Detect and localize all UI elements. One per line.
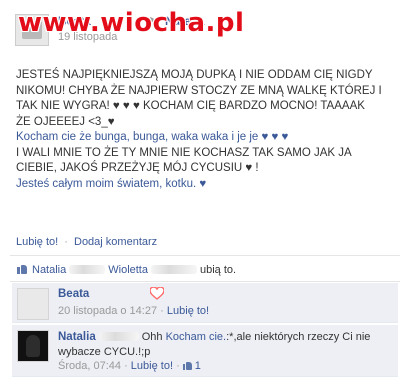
post-line: CIEBIE, JAKOŚ PRZEŻYJĘ MÓJ CYCUSIU ♥ ! [16,162,259,174]
watermark-logo: www.wiocha.pl [18,8,245,38]
comment-like-button[interactable]: Lubię to! [131,360,173,372]
post-message: JESTEŚ NAJPIĘKNIEJSZĄ MOJĄ DUPKĄ I NIE O… [16,68,400,192]
add-comment-button[interactable]: Dodaj komentarz [74,236,157,248]
liker-name[interactable]: Wioletta [108,264,148,276]
like-count-value: 1 [194,360,201,372]
likes-suffix: ubią to. [200,264,237,276]
post-line: Jesteś całym moim światem, kotku. ♥ [16,177,207,190]
meta-separator: · [160,305,164,317]
comment-body: Natalia Ohh Kocham cie.:*,ale niektórych … [58,330,396,360]
divider [10,281,400,282]
post-line: ŻE OJEEEEJ <3_♥ [16,115,115,128]
like-button[interactable]: Lubię to! [16,236,58,248]
comment-avatar[interactable] [17,330,49,362]
comment: Natalia Ohh Kocham cie.:*,ale niektórych … [12,325,398,377]
redacted-text [69,265,106,274]
thumbs-up-icon [182,360,193,370]
post-line: TAK NIE WYGRA! ♥ ♥ ♥ KOCHAM CIĘ BARDZO M… [16,100,365,112]
post-line: I WALI MNIE TO ŻE TY MNIE NIE KOCHASZ TA… [16,146,352,159]
meta-separator: · [124,360,128,372]
comment-text: :*,ale niektórych rzeczy Ci nie [226,331,371,343]
comment-timestamp[interactable]: 20 listopada o 14:27 [58,305,157,317]
comment: Beata 20 listopada o 14:27 · Lubię to! [12,283,398,323]
redacted-text [151,265,197,274]
comment-like-button[interactable]: Lubię to! [167,305,209,317]
redacted-text [98,332,139,341]
divider [10,255,400,256]
likes-summary: Natalia Wioletta ubią to. [16,263,398,279]
comment-author-link[interactable]: Beata [58,288,89,300]
comment-avatar[interactable] [17,288,49,320]
liker-name[interactable]: Natalia [32,264,66,276]
action-separator: · [64,236,68,248]
comment-timestamp[interactable]: Środa, 07:44 [58,360,121,372]
thumbs-up-icon [16,263,28,275]
meta-separator: · [176,360,180,372]
heart-icon [149,286,165,300]
comment-text: Ohh [141,331,166,343]
post-header: Beata ▸ Natalia 19 listopada www.wiocha.… [0,0,410,50]
comment-text-link: Kocham cie. [165,331,227,343]
post-line: JESTEŚ NAJPIĘKNIEJSZĄ MOJĄ DUPKĄ I NIE O… [16,69,373,81]
comment-meta: Środa, 07:44 · Lubię to! · 1 [58,360,201,372]
comment-meta: 20 listopada o 14:27 · Lubię to! [58,305,209,317]
comment-author-link[interactable]: Natalia [58,331,96,343]
post-line: NIKOMU! CHYBA ŻE NAJPIERW STOCZY ZE MNĄ … [16,84,382,97]
post-line: Kocham cie że bunga, bunga, waka waka i … [16,131,289,143]
comment-text: wybacze CYCU.!;p [58,346,151,358]
comment-like-count[interactable]: 1 [182,360,201,372]
post-actions: Lubię to! · Dodaj komentarz [16,236,157,248]
